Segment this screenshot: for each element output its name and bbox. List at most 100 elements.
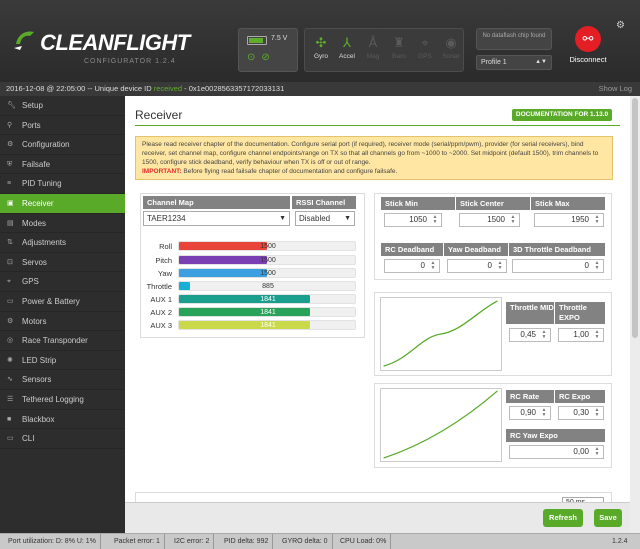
stick-max-header: Stick Max xyxy=(531,197,605,210)
page-title: Receiver xyxy=(135,108,183,122)
accel-icon: ⅄ xyxy=(343,35,351,50)
spinner-icon[interactable]: ▲ ▼ xyxy=(593,408,601,418)
spinner-icon[interactable]: ▲ ▼ xyxy=(540,330,548,340)
channel-label: Roll xyxy=(159,242,172,251)
yaw-deadband-input[interactable]: 0 ▲ ▼ xyxy=(447,259,507,273)
channel-value: 1841 xyxy=(260,296,276,303)
sidebar-item-gps[interactable]: ⌖ GPS xyxy=(0,272,125,292)
status-footer: Port utilization: D: 8% U: 1% Packet err… xyxy=(0,533,640,549)
spinner-icon[interactable]: ▲ ▼ xyxy=(509,215,517,225)
spinner-icon[interactable]: ▲ ▼ xyxy=(496,261,504,271)
rc-deadband-input[interactable]: 0 ▲ ▼ xyxy=(384,259,440,273)
sidebar-item-setup[interactable]: 🔧︎ Setup xyxy=(0,96,125,116)
main-scrollbar[interactable] xyxy=(630,96,640,533)
shield-icon: ⛨ xyxy=(7,160,13,168)
sonar-icon: ◉ xyxy=(445,35,457,50)
spinner-icon[interactable]: ▲ ▼ xyxy=(540,408,548,418)
accel-sensor: ⅄ Accel xyxy=(335,33,359,69)
rc-deadband-header: RC Deadband xyxy=(381,243,443,256)
stick-min-header: Stick Min xyxy=(381,197,455,210)
sidebar: 🔧︎ Setup ⚲ Ports ⚙ Configuration ⛨ Failsafe … xyxy=(0,96,125,533)
throttle-mid-input[interactable]: 0,45 ▲ ▼ xyxy=(509,328,551,342)
rc-yaw-expo-input[interactable]: 0,00 ▲ ▼ xyxy=(509,445,604,459)
sidebar-item-receiver[interactable]: ▣ Receiver xyxy=(0,193,125,214)
spinner-icon[interactable]: ▲ ▼ xyxy=(593,215,601,225)
settings-gear-icon[interactable]: ⚙ xyxy=(616,20,625,31)
rssi-channel-header: RSSI Channel xyxy=(292,196,356,209)
sidebar-item-race-transponder[interactable]: ◎ Race Transponder xyxy=(0,331,125,351)
sidebar-item-modes[interactable]: ▤ Modes xyxy=(0,214,125,234)
channel-bar-track: 1500 xyxy=(178,268,356,278)
sidebar-item-servos[interactable]: ⊡ Servos xyxy=(0,253,125,273)
chevron-down-icon: ▼ xyxy=(279,215,286,222)
disconnect-button[interactable]: ⚯ Disconnect xyxy=(566,26,610,74)
stick-max-input[interactable]: 1950 ▲ ▼ xyxy=(534,213,604,227)
rc-expo-input[interactable]: 0,30 ▲ ▼ xyxy=(558,406,604,420)
stick-min-input[interactable]: 1050 ▲ ▼ xyxy=(384,213,442,227)
sidebar-item-ports[interactable]: ⚲ Ports xyxy=(0,116,125,136)
sidebar-item-failsafe[interactable]: ⛨ Failsafe xyxy=(0,155,125,175)
throttle-deadband-input[interactable]: 0 ▲ ▼ xyxy=(512,259,604,273)
spinner-icon[interactable]: ▲ ▼ xyxy=(431,215,439,225)
rssi-channel-select[interactable]: Disabled ▼ xyxy=(295,211,355,226)
sidebar-item-pid-tuning[interactable]: ≡ PID Tuning xyxy=(0,174,125,194)
gps-icon: ⌖ xyxy=(421,35,429,50)
pid-delta: PID delta: 992 xyxy=(220,534,274,549)
stick-center-header: Stick Center xyxy=(456,197,530,210)
mag-sensor: Å Mag xyxy=(361,33,385,69)
rc-yaw-expo-header: RC Yaw Expo xyxy=(506,429,605,442)
throttle-expo-input[interactable]: 1,00 ▲ ▼ xyxy=(558,328,604,342)
usb-icon: ⚯ xyxy=(575,26,601,52)
refresh-button[interactable]: Refresh xyxy=(543,509,583,527)
yaw-deadband-header: Yaw Deadband xyxy=(444,243,508,256)
channel-label: Yaw xyxy=(157,269,172,278)
plug-icon: ⚲ xyxy=(7,121,13,129)
device-status-line: 2016-12-08 @ 22:05:00 -- Unique device I… xyxy=(0,82,640,96)
profile-select[interactable]: Profile 1 ▲▼ xyxy=(476,55,552,70)
channel-label: Pitch xyxy=(155,256,172,265)
modes-icon: ▤ xyxy=(7,219,14,227)
log-icon: ☰ xyxy=(7,395,14,403)
sidebar-item-cli[interactable]: ▭ CLI xyxy=(0,429,125,449)
show-log-link[interactable]: Show Log xyxy=(599,82,632,96)
channel-label: AUX 2 xyxy=(150,308,172,317)
sidebar-item-led-strip[interactable]: ✺ LED Strip xyxy=(0,351,125,371)
channel-value: 885 xyxy=(262,283,274,290)
throttle-expo-header: Throttle EXPO xyxy=(555,302,605,324)
baro-icon: ♜ xyxy=(393,35,405,50)
stick-center-input[interactable]: 1500 ▲ ▼ xyxy=(459,213,520,227)
sidebar-item-sensors[interactable]: ∿ Sensors xyxy=(0,370,125,390)
channel-bar-track: 1500 xyxy=(178,241,356,251)
gyro-sensor: ✣ Gyro xyxy=(309,33,333,69)
channel-bar-track: 1841 xyxy=(178,294,356,304)
sidebar-item-configuration[interactable]: ⚙ Configuration xyxy=(0,135,125,155)
rc-rate-input[interactable]: 0,90 ▲ ▼ xyxy=(509,406,551,420)
receiver-icon: ▣ xyxy=(7,199,14,207)
chevron-down-icon: ▼ xyxy=(344,215,351,222)
cli-icon: ▭ xyxy=(7,435,14,443)
documentation-button[interactable]: DOCUMENTATION FOR 1.13.0 xyxy=(512,109,612,121)
save-button[interactable]: Save xyxy=(594,509,622,527)
channel-value: 1500 xyxy=(260,257,276,264)
channel-map-header: Channel Map xyxy=(143,196,290,209)
sidebar-item-motors[interactable]: ⚙ Motors xyxy=(0,312,125,332)
spinner-icon[interactable]: ▲ ▼ xyxy=(593,447,601,457)
link-status-icons: ⊙⊘ xyxy=(247,52,276,63)
channel-label: AUX 1 xyxy=(150,295,172,304)
sidebar-item-blackbox[interactable]: ■ Blackbox xyxy=(0,410,125,430)
battery-icon xyxy=(247,36,267,45)
sidebar-item-adjustments[interactable]: ⇅ Adjustments xyxy=(0,233,125,253)
spinner-icon[interactable]: ▲ ▼ xyxy=(593,330,601,340)
channel-label: AUX 3 xyxy=(150,321,172,330)
spinner-icon[interactable]: ▲ ▼ xyxy=(429,261,437,271)
gyro-icon: ✣ xyxy=(315,35,327,50)
mag-icon: Å xyxy=(368,35,378,50)
channel-bar-track: 1841 xyxy=(178,320,356,330)
sidebar-item-tethered-logging[interactable]: ☰ Tethered Logging xyxy=(0,390,125,410)
spinner-icon[interactable]: ▲ ▼ xyxy=(593,261,601,271)
channel-map-select[interactable]: TAER1234 ▼ xyxy=(143,211,290,226)
servo-icon: ⊡ xyxy=(7,258,13,266)
battery-widget: 7.5 V ⊙⊘ xyxy=(238,28,298,72)
throttle-curve-chart xyxy=(380,297,502,371)
sidebar-item-power-battery[interactable]: ▭ Power & Battery xyxy=(0,292,125,312)
